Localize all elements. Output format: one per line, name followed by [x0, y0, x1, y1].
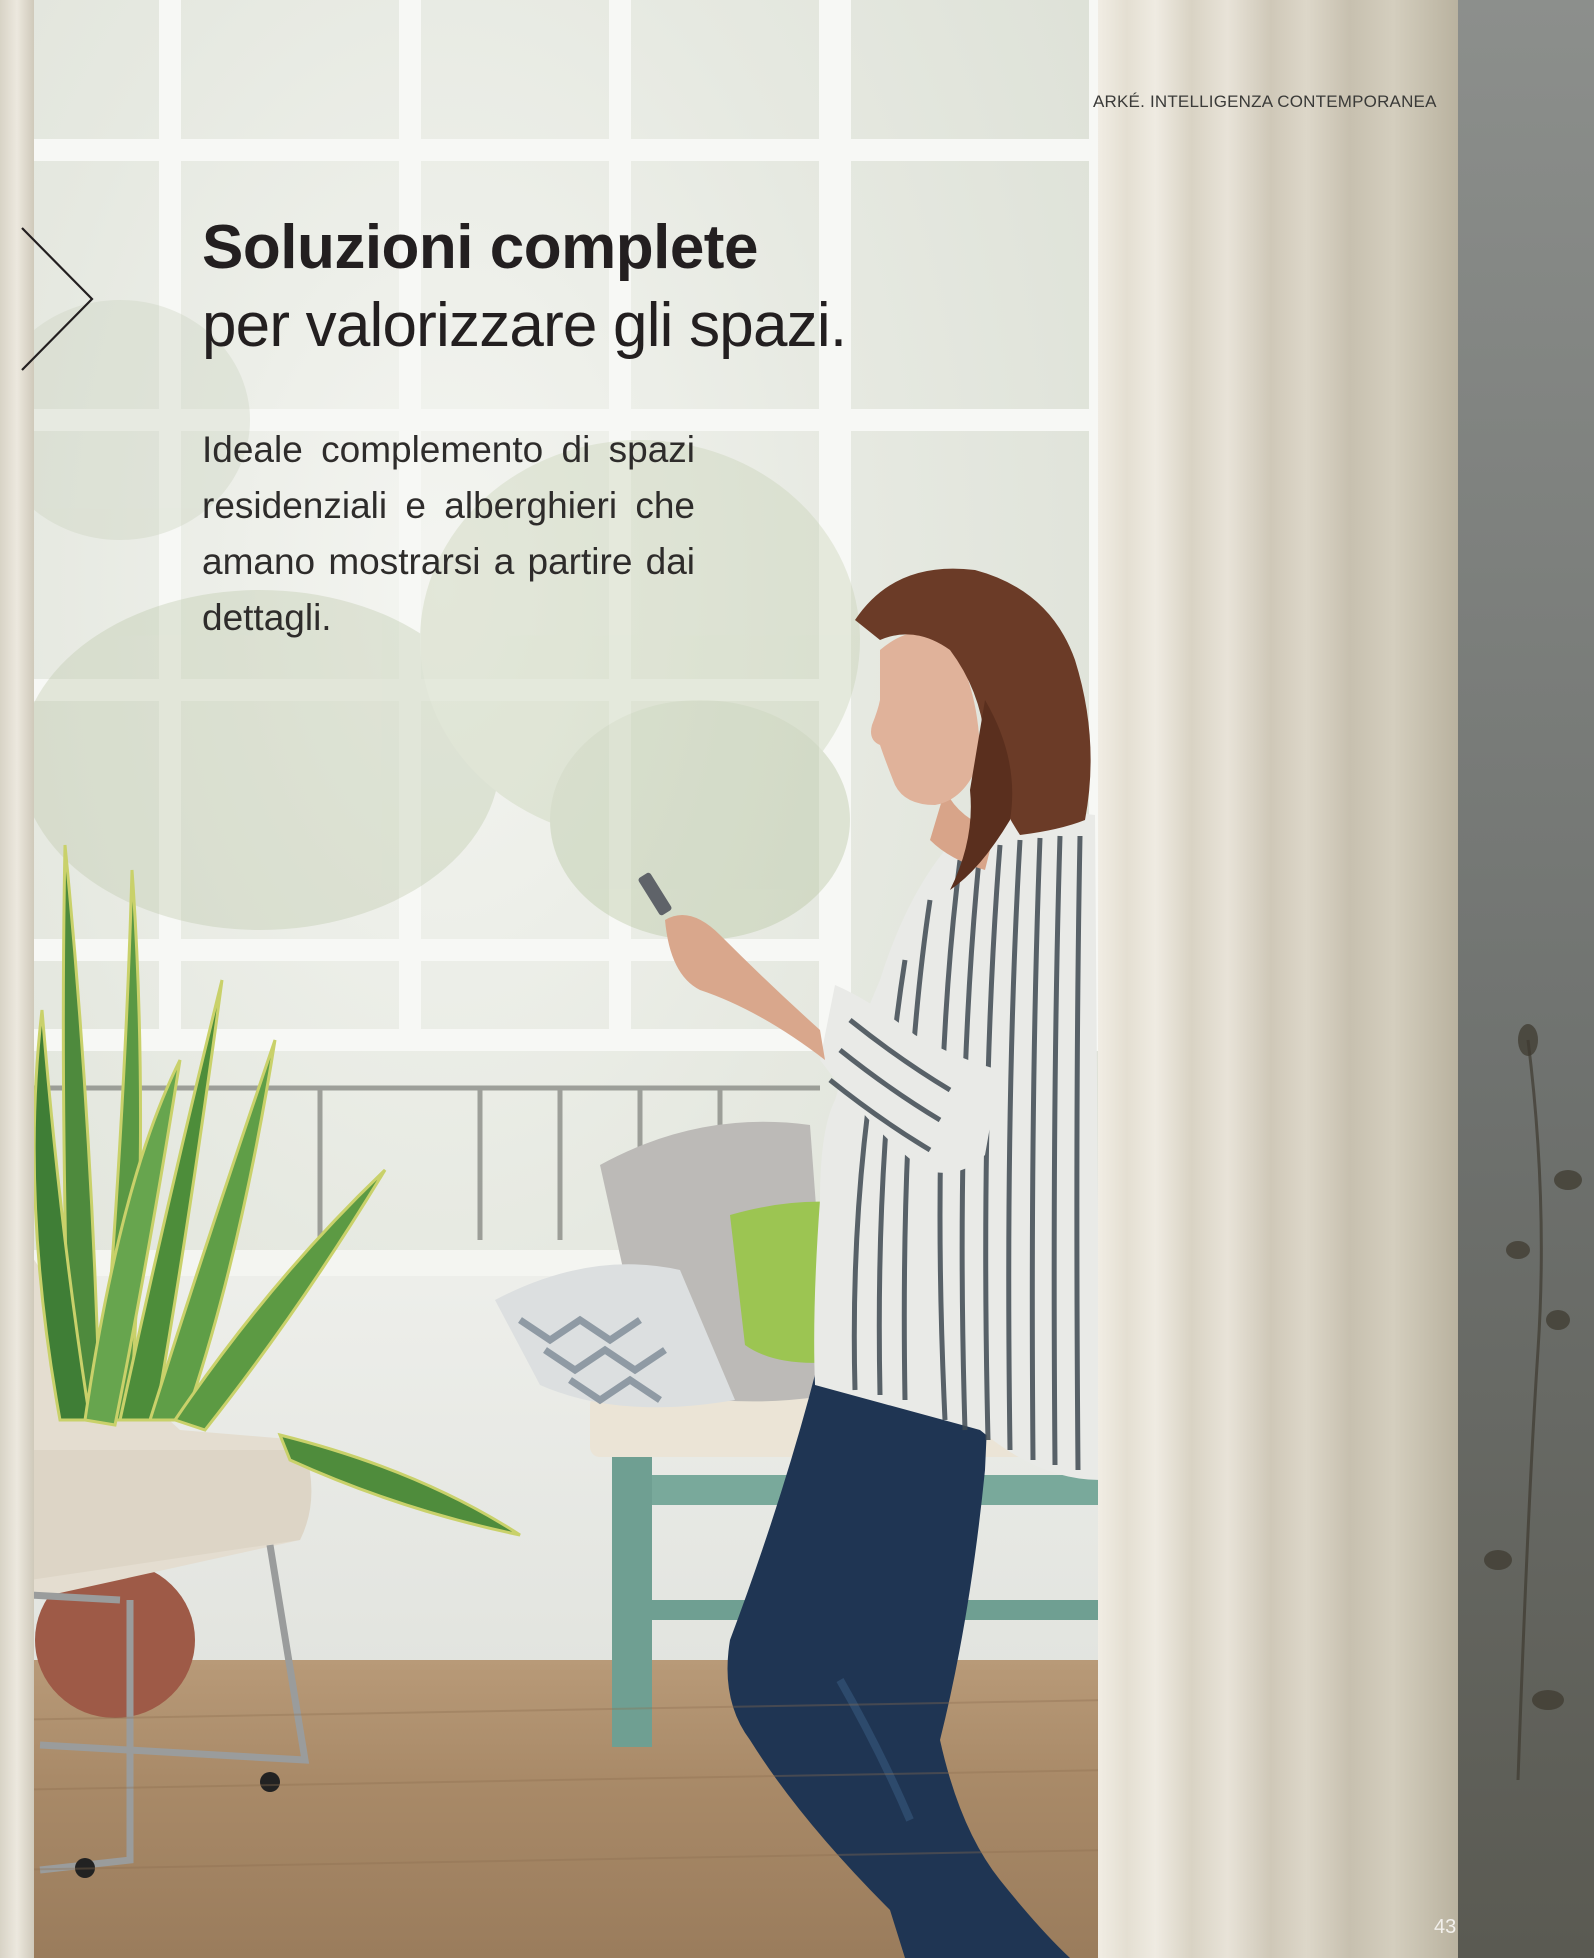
- page-number: 43: [1434, 1916, 1457, 1938]
- body-paragraph: Ideale complemento di spazi residenziali…: [202, 429, 695, 638]
- magazine-page: ARKÉ. INTELLIGENZA CONTEMPORANEA Soluzio…: [0, 0, 1594, 1958]
- vine-branch: [1484, 1024, 1582, 1781]
- headline-bold: Soluzioni complete: [202, 213, 758, 282]
- running-head: ARKÉ. INTELLIGENZA CONTEMPORANEA: [1093, 92, 1437, 111]
- chevron-right-icon: [21, 227, 94, 371]
- headline-light: per valorizzare gli spazi.: [202, 291, 847, 360]
- side-wall: [1458, 0, 1594, 1958]
- right-curtain: [1098, 0, 1458, 1958]
